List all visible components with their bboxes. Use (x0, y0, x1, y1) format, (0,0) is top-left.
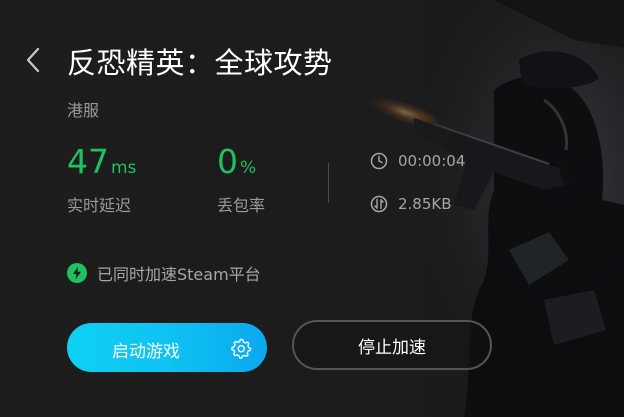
clock-icon (370, 152, 388, 170)
gear-icon[interactable] (230, 337, 252, 359)
server-region: 港服 (67, 101, 100, 120)
game-title: 反恐精英：全球攻势 (67, 46, 333, 80)
session-duration: 00:00:04 (370, 152, 465, 170)
packet-loss-stat: 0% 丢包率 (217, 145, 265, 216)
panel-content: 反恐精英：全球攻势 港服 47ms 实时延迟 0% 丢包率 00:00:04 (0, 0, 624, 417)
steam-acceleration-note: 已同时加速Steam平台 (67, 261, 261, 285)
launch-game-button[interactable]: 启动游戏 (67, 323, 267, 372)
duration-value: 00:00:04 (398, 152, 466, 170)
accelerator-panel: 反恐精英：全球攻势 港服 47ms 实时延迟 0% 丢包率 00:00:04 (0, 0, 624, 417)
latency-value: 47 (67, 142, 109, 181)
lightning-icon (67, 263, 87, 283)
traffic-value: 2.85KB (398, 195, 452, 213)
stop-acceleration-button[interactable]: 停止加速 (292, 320, 492, 370)
traffic-icon (370, 195, 388, 213)
packet-loss-label: 丢包率 (217, 196, 266, 215)
latency-stat: 47 ms 实时延迟 (67, 145, 136, 216)
latency-unit: ms (111, 158, 137, 178)
launch-game-label: 启动游戏 (112, 342, 180, 362)
packet-loss-unit: % (240, 158, 257, 178)
chevron-left-icon (26, 47, 40, 73)
packet-loss-value: 0 (217, 142, 238, 181)
stats-divider (328, 163, 329, 203)
steam-note-text: 已同时加速Steam平台 (97, 265, 261, 284)
back-button[interactable] (20, 44, 46, 76)
latency-label: 实时延迟 (67, 196, 132, 215)
session-traffic: 2.85KB (370, 195, 452, 213)
